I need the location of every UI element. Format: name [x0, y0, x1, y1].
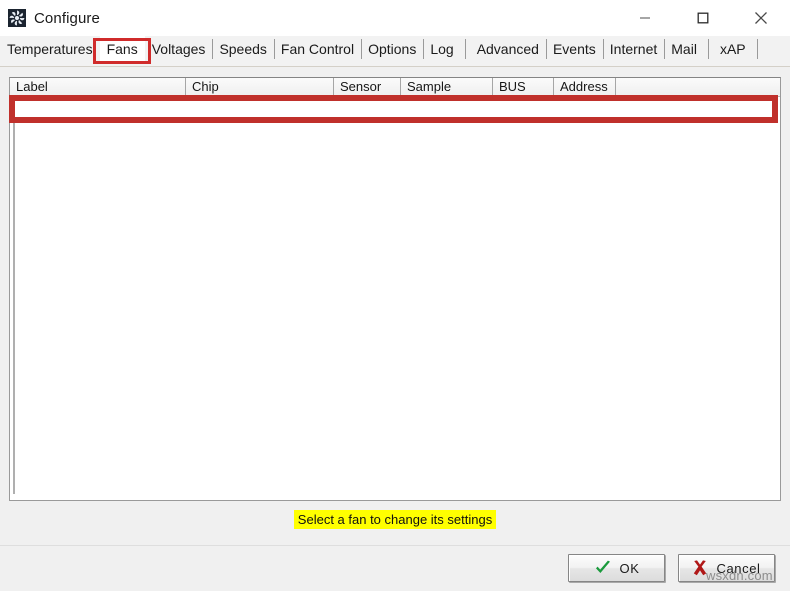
- fan-icon: [8, 9, 26, 27]
- tab-label: Voltages: [151, 41, 206, 57]
- column-header-label[interactable]: Label: [10, 78, 186, 96]
- tab-xap[interactable]: xAP: [713, 36, 753, 62]
- watermark: wsxdn.com: [706, 568, 773, 583]
- checkmark-icon: [594, 560, 612, 576]
- column-header-sample[interactable]: Sample: [401, 78, 493, 96]
- tab-label: Internet: [609, 41, 658, 57]
- column-header-sensor[interactable]: Sensor: [334, 78, 401, 96]
- window-title: Configure: [34, 9, 100, 27]
- tab-label: Speeds: [219, 41, 267, 57]
- tab-fan-control[interactable]: Fan Control: [273, 36, 361, 62]
- tab-options[interactable]: Options: [361, 36, 423, 62]
- tab-speeds[interactable]: Speeds: [212, 36, 273, 62]
- list-focus-caret: [13, 99, 15, 494]
- tab-label: xAP: [719, 41, 746, 57]
- hint-container: Select a fan to change its settings: [0, 510, 790, 529]
- column-header-filler: [616, 78, 780, 96]
- dialog-footer: OK Cancel: [0, 545, 790, 591]
- tab-mail[interactable]: Mail: [664, 36, 704, 62]
- tab-label: Log: [430, 41, 454, 57]
- tab-label: Advanced: [476, 41, 539, 57]
- configure-window: Configure Temperatures Fans Voltages Spe…: [0, 0, 790, 591]
- status-hint: Select a fan to change its settings: [293, 510, 497, 529]
- tab-internet[interactable]: Internet: [602, 36, 664, 62]
- tab-temperatures[interactable]: Temperatures: [0, 36, 100, 62]
- tab-label: Fans: [106, 41, 138, 57]
- tab-separator: [461, 36, 470, 62]
- column-header-bus[interactable]: BUS: [493, 78, 554, 96]
- tab-label: Mail: [671, 41, 697, 57]
- maximize-icon[interactable]: [674, 0, 732, 36]
- tab-label: Events: [552, 41, 596, 57]
- tab-separator: [753, 36, 762, 62]
- window-controls: [616, 0, 790, 36]
- tab-voltages[interactable]: Voltages: [145, 36, 213, 62]
- column-header-chip[interactable]: Chip: [186, 78, 334, 96]
- ok-button[interactable]: OK: [568, 554, 665, 582]
- tab-label: Fan Control: [280, 41, 355, 57]
- list-body[interactable]: [10, 97, 780, 500]
- column-header-address[interactable]: Address: [554, 78, 616, 96]
- ok-button-label: OK: [619, 560, 640, 576]
- tab-strip: Temperatures Fans Voltages Speeds Fan Co…: [0, 36, 790, 67]
- tab-label: Temperatures: [7, 41, 93, 57]
- title-bar: Configure: [0, 0, 790, 36]
- tab-advanced[interactable]: Advanced: [470, 36, 546, 62]
- tab-label: Options: [368, 41, 417, 57]
- tab-events[interactable]: Events: [545, 36, 603, 62]
- close-icon[interactable]: [732, 0, 790, 36]
- fans-list[interactable]: Label Chip Sensor Sample BUS Address: [9, 77, 781, 501]
- minimize-icon[interactable]: [616, 0, 674, 36]
- tab-fans[interactable]: Fans: [99, 36, 145, 62]
- tab-log[interactable]: Log: [423, 36, 460, 62]
- tab-separator: [704, 36, 713, 62]
- list-header-row: Label Chip Sensor Sample BUS Address: [10, 78, 780, 97]
